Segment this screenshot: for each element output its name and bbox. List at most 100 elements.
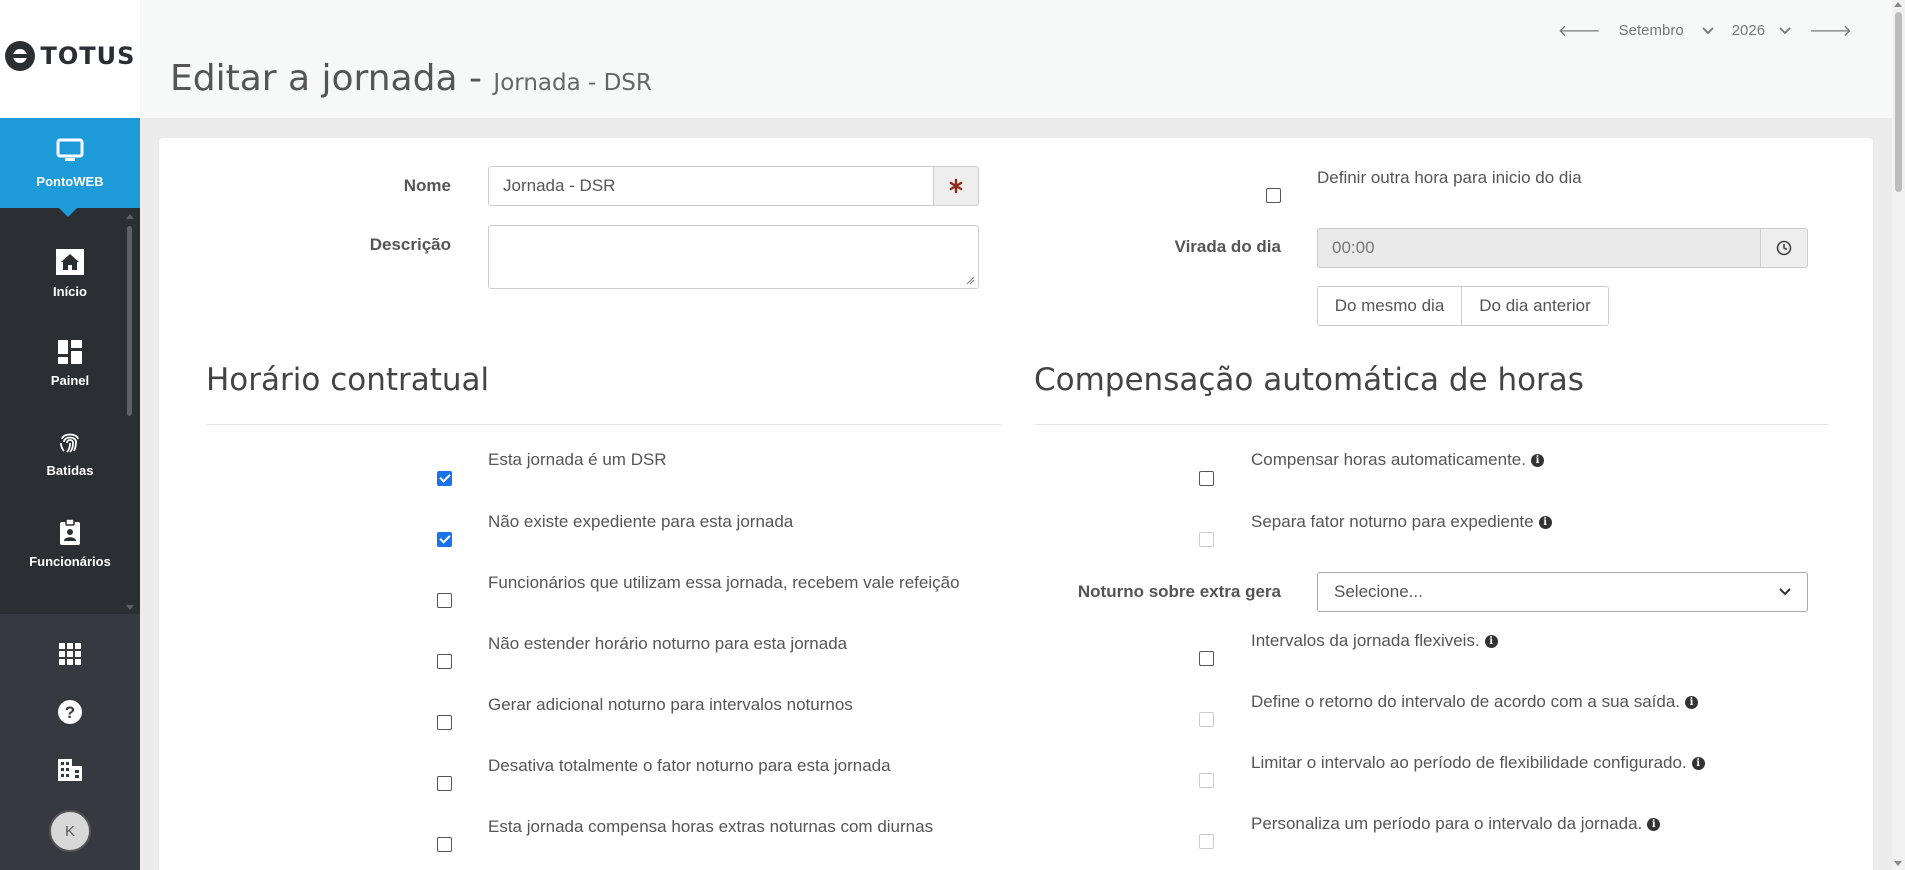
noturno-label: Noturno sobre extra gera [1077, 582, 1281, 601]
logo-text: TOTUS [40, 42, 136, 70]
do-mesmo-dia-button[interactable]: Do mesmo dia [1317, 286, 1462, 326]
option-label: Define o retorno do intervalo de acordo … [1251, 692, 1699, 712]
sidebar-scrollbar[interactable] [127, 226, 132, 416]
compensa-noturnas-checkbox[interactable] [437, 837, 452, 852]
avatar[interactable]: K [49, 810, 91, 852]
help-icon[interactable]: ? [52, 694, 88, 730]
clock-addon[interactable] [1760, 228, 1808, 268]
descricao-textarea[interactable] [488, 225, 979, 289]
virada-label: Virada do dia [1174, 237, 1281, 256]
horario-section-title: Horário contratual [206, 362, 490, 398]
option-label-text: Intervalos da jornada flexiveis. [1251, 631, 1480, 650]
option-label: Não existe expediente para esta jornada [488, 512, 794, 531]
option-label: Desativa totalmente o fator noturno para… [488, 756, 891, 775]
do-dia-anterior-button[interactable]: Do dia anterior [1461, 286, 1609, 326]
chevron-down-icon [1702, 26, 1714, 34]
totvs-logo-icon [4, 41, 35, 71]
scroll-down-icon[interactable] [1894, 861, 1902, 866]
noturno-select[interactable]: Selecione... [1317, 572, 1808, 612]
sidebar-item-label: Funcionários [29, 553, 111, 569]
arrow-left-icon[interactable]: 🡐 [1558, 20, 1601, 41]
sidebar-item-clock[interactable] [0, 588, 140, 616]
descricao-label: Descrição [369, 235, 451, 254]
sidebar-item-label: Início [53, 283, 87, 299]
nome-input[interactable]: Jornada - DSR [488, 166, 934, 206]
chevron-down-icon [1779, 26, 1791, 34]
compensar-auto-checkbox[interactable] [1199, 471, 1214, 486]
option-label-text: Define o retorno do intervalo de acordo … [1251, 692, 1681, 711]
dsr-checkbox[interactable] [437, 471, 452, 486]
scroll-up-icon[interactable] [126, 214, 134, 219]
info-icon[interactable]: i [1538, 515, 1552, 529]
required-addon [933, 166, 979, 206]
info-icon[interactable]: i [1691, 756, 1705, 770]
desativa-fator-noturno-checkbox[interactable] [437, 776, 452, 791]
option-label: Esta jornada é um DSR [488, 450, 667, 469]
compensacao-section-title: Compensação automática de horas [1034, 362, 1584, 398]
arrow-right-icon[interactable]: 🡒 [1809, 20, 1852, 41]
option-label: Limitar o intervalo ao período de flexib… [1251, 753, 1705, 773]
limitar-intervalo-checkbox[interactable] [1199, 773, 1214, 788]
option-label-text: Limitar o intervalo ao período de flexib… [1251, 753, 1687, 772]
option-label-text: Separa fator noturno para expediente [1251, 512, 1534, 531]
nao-estender-noturno-checkbox[interactable] [437, 654, 452, 669]
scroll-up-icon[interactable] [1894, 2, 1902, 7]
scroll-down-icon[interactable] [126, 605, 134, 610]
option-label: Gerar adicional noturno para intervalos … [488, 695, 853, 714]
compensacao-divider [1034, 424, 1829, 425]
option-label: Esta jornada compensa horas extras notur… [488, 817, 934, 836]
sidebar-item-funcionarios[interactable]: Funcionários [0, 498, 140, 588]
outra-hora-label: Definir outra hora para inicio do dia [1317, 168, 1582, 187]
noturno-select-value: Selecione... [1334, 582, 1423, 601]
outra-hora-checkbox[interactable] [1266, 188, 1281, 203]
option-label: Intervalos da jornada flexiveis. i [1251, 631, 1498, 651]
form-card: Nome Jornada - DSR Descrição Definir out… [159, 138, 1873, 870]
chevron-down-icon [1779, 588, 1791, 596]
info-icon[interactable]: i [1685, 695, 1699, 709]
year-select[interactable]: 2026 [1732, 22, 1791, 39]
option-label: Não estender horário noturno para esta j… [488, 634, 848, 653]
logo[interactable]: TOTUS [0, 0, 140, 118]
sidebar-item-painel[interactable]: Painel [0, 318, 140, 408]
virada-input[interactable]: 00:00 [1317, 228, 1761, 268]
fingerprint-icon [60, 433, 79, 453]
clock-icon [1776, 240, 1792, 256]
svg-text:?: ? [65, 703, 75, 722]
nome-label: Nome [403, 176, 451, 195]
resize-handle-icon[interactable] [965, 275, 975, 285]
sidebar-item-inicio[interactable]: Início [0, 228, 140, 318]
monitor-icon [56, 138, 84, 161]
info-icon[interactable]: i [1530, 453, 1544, 467]
adicional-noturno-checkbox[interactable] [437, 715, 452, 730]
sem-expediente-checkbox[interactable] [437, 532, 452, 547]
date-navigator: 🡐 Setembro 2026 🡒 [1558, 20, 1852, 41]
page-scrollbar[interactable] [1892, 0, 1905, 870]
sidebar-item-pontoweb[interactable]: PontoWEB [0, 118, 140, 217]
page-title-text: Editar a jornada - [170, 58, 482, 99]
asterisk-icon [949, 179, 963, 193]
option-label-text: Compensar horas automaticamente. [1251, 450, 1526, 469]
grid-icon[interactable] [52, 636, 88, 672]
dashboard-icon [58, 339, 82, 364]
vale-refeicao-checkbox[interactable] [437, 593, 452, 608]
sidebar-item-label: Batidas [46, 462, 94, 478]
intervalos-flexiveis-checkbox[interactable] [1199, 651, 1214, 666]
sidebar: TOTUS PontoWEB Início Painel Batidas Fun… [0, 0, 140, 870]
option-label-text: Personaliza um período para o intervalo … [1251, 814, 1643, 833]
sidebar-item-label: PontoWEB [36, 173, 104, 189]
personaliza-periodo-checkbox[interactable] [1199, 834, 1214, 849]
define-retorno-checkbox[interactable] [1199, 712, 1214, 727]
separa-fator-checkbox[interactable] [1199, 532, 1214, 547]
home-icon [56, 248, 84, 275]
sidebar-item-batidas[interactable]: Batidas [0, 408, 140, 498]
page-subtitle: Jornada - DSR [493, 70, 652, 96]
month-select[interactable]: Setembro [1619, 22, 1714, 39]
horario-divider [206, 424, 1001, 425]
sidebar-nav: Início Painel Batidas Funcionários [0, 208, 140, 616]
option-label: Personaliza um período para o intervalo … [1251, 814, 1661, 834]
scrollbar-thumb[interactable] [1895, 12, 1902, 192]
building-icon[interactable] [52, 752, 88, 788]
month-value: Setembro [1618, 22, 1684, 39]
info-icon[interactable]: i [1484, 634, 1498, 648]
info-icon[interactable]: i [1647, 817, 1661, 831]
